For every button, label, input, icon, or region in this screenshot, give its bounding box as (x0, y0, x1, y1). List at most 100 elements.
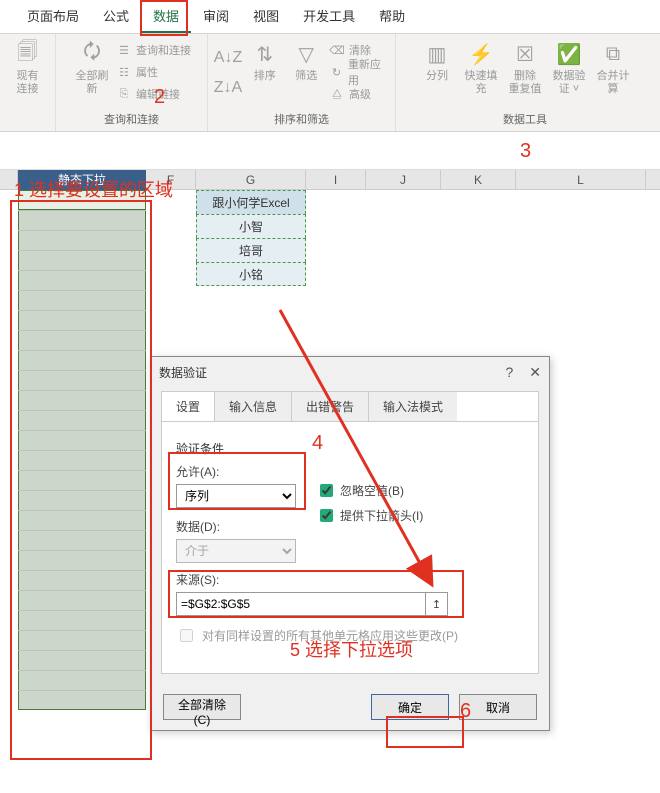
reapply-icon: ↻ (329, 64, 344, 80)
source-label: 来源(S): (176, 571, 524, 588)
consolidate-button[interactable]: ⧉ 合并计算 (593, 38, 633, 104)
gridline (18, 370, 146, 371)
ribbon-tab-dev[interactable]: 开发工具 (291, 0, 367, 33)
cancel-button[interactable]: 取消 (459, 694, 537, 720)
gridline (18, 590, 146, 591)
props-icon: ☷ (116, 64, 132, 80)
col-header-j[interactable]: J (366, 170, 441, 189)
columns-icon: ▥ (423, 40, 451, 68)
text-to-columns-button[interactable]: ▥ 分列 (417, 38, 457, 104)
gridline (18, 410, 146, 411)
clear-icon: ⌫ (329, 42, 345, 58)
gridline (18, 290, 146, 291)
filter-icon: ▽ (292, 40, 320, 68)
existing-conn-button[interactable]: 🗐 现有 连接 (8, 38, 48, 104)
gridline (18, 270, 146, 271)
dup-icon: ☒ (511, 40, 539, 68)
gridline (18, 630, 146, 631)
properties-button[interactable]: ☷属性 (116, 62, 191, 82)
gridline (18, 530, 146, 531)
validation-icon: ✅ (555, 40, 583, 68)
sort-desc-button[interactable]: Z↓A (214, 74, 242, 102)
clear-all-button[interactable]: 全部清除(C) (163, 694, 241, 720)
sort-desc-icon: Z↓A (220, 80, 236, 96)
ribbon-tab-view[interactable]: 视图 (241, 0, 291, 33)
gridline (18, 350, 146, 351)
gridline (18, 470, 146, 471)
gridline (18, 490, 146, 491)
collapse-icon: ↥ (432, 598, 441, 611)
active-cell-d2[interactable] (18, 190, 146, 210)
cell-d1-header[interactable]: 静态下拉 (18, 170, 146, 190)
flash-icon: ⚡ (467, 40, 495, 68)
filter-button[interactable]: ▽ 筛选 (288, 38, 326, 104)
col-header-k[interactable]: K (441, 170, 516, 189)
link-icon: ⎘ (116, 86, 132, 102)
ribbon-tab-formula[interactable]: 公式 (91, 0, 141, 33)
source-range-g2g5[interactable]: 跟小何学Excel 小智 培哥 小铭 (196, 190, 306, 286)
group-tools-label: 数据工具 (503, 109, 547, 131)
group-sort-label: 排序和筛选 (274, 109, 329, 131)
gridline (18, 310, 146, 311)
allow-select[interactable]: 序列 (176, 484, 296, 508)
sort-icon: ⇅ (251, 40, 279, 68)
edit-links-button[interactable]: ⎘编辑链接 (116, 84, 191, 104)
ribbon-tab-help[interactable]: 帮助 (367, 0, 417, 33)
cell-g3[interactable]: 小智 (196, 214, 306, 238)
cell-g2[interactable]: 跟小何学Excel (196, 190, 306, 214)
gridline (18, 230, 146, 231)
gridline (18, 570, 146, 571)
allow-label: 允许(A): (176, 463, 296, 480)
remove-dup-button[interactable]: ☒ 删除 重复值 (505, 38, 545, 104)
gridline (18, 510, 146, 511)
col-header-l[interactable]: L (516, 170, 646, 189)
dropdown-checkbox[interactable]: 提供下拉箭头(I) (316, 506, 423, 525)
ok-button[interactable]: 确定 (371, 694, 449, 720)
ribbon-tab-data[interactable]: 数据 (141, 0, 191, 33)
data-validation-dialog: 数据验证 ? ✕ 设置 输入信息 出错警告 输入法模式 验证条件 允许(A): … (150, 356, 550, 731)
tab-settings[interactable]: 设置 (162, 392, 215, 421)
sort-button[interactable]: ⇅ 排序 (246, 38, 284, 104)
col-header-g[interactable]: G (196, 170, 306, 189)
range-picker-button[interactable]: ↥ (426, 592, 448, 616)
gridline (18, 250, 146, 251)
gridline (18, 650, 146, 651)
gridline (18, 450, 146, 451)
cell-g5[interactable]: 小铭 (196, 262, 306, 286)
tab-ime[interactable]: 输入法模式 (369, 392, 457, 421)
close-icon[interactable]: ✕ (529, 364, 541, 381)
gridline (18, 210, 146, 211)
ignore-blank-checkbox[interactable]: 忽略空值(B) (316, 481, 423, 500)
gridline (18, 390, 146, 391)
data-validation-button[interactable]: ✅ 数据验 证 ˅ (549, 38, 589, 104)
refresh-icon: 🗘 (78, 40, 106, 68)
gridline (18, 430, 146, 431)
data-label: 数据(D): (176, 518, 296, 535)
group-query-label: 查询和连接 (104, 109, 159, 131)
data-select[interactable]: 介于 (176, 539, 296, 563)
apply-same-checkbox[interactable]: 对有同样设置的所有其他单元格应用这些更改(P) (176, 626, 524, 645)
gridline (18, 550, 146, 551)
consolidate-icon: ⧉ (599, 40, 627, 68)
sort-asc-button[interactable]: A↓Z (214, 44, 242, 72)
col-header-f[interactable]: F (146, 170, 196, 189)
gridline (18, 610, 146, 611)
cell-g4[interactable]: 培哥 (196, 238, 306, 262)
advanced-button[interactable]: ⧋高级 (329, 84, 389, 104)
corner-cell[interactable] (0, 170, 18, 189)
col-header-i[interactable]: I (306, 170, 366, 189)
tab-input-msg[interactable]: 输入信息 (215, 392, 292, 421)
tab-error[interactable]: 出错警告 (292, 392, 369, 421)
flash-fill-button[interactable]: ⚡ 快速填充 (461, 38, 501, 104)
refresh-all-button[interactable]: 🗘 全部刷新 (72, 38, 112, 104)
reapply-button[interactable]: ↻重新应用 (329, 62, 389, 82)
queries-connections-button[interactable]: ☰查询和连接 (116, 40, 191, 60)
source-input[interactable] (176, 592, 426, 616)
sort-asc-icon: A↓Z (220, 50, 236, 66)
ribbon-tab-review[interactable]: 审阅 (191, 0, 241, 33)
ribbon-tab-layout[interactable]: 页面布局 (15, 0, 91, 33)
dialog-title: 数据验证 (159, 364, 207, 381)
connection-icon: 🗐 (14, 40, 42, 68)
help-icon[interactable]: ? (505, 364, 513, 381)
validation-criteria-label: 验证条件 (176, 440, 524, 457)
